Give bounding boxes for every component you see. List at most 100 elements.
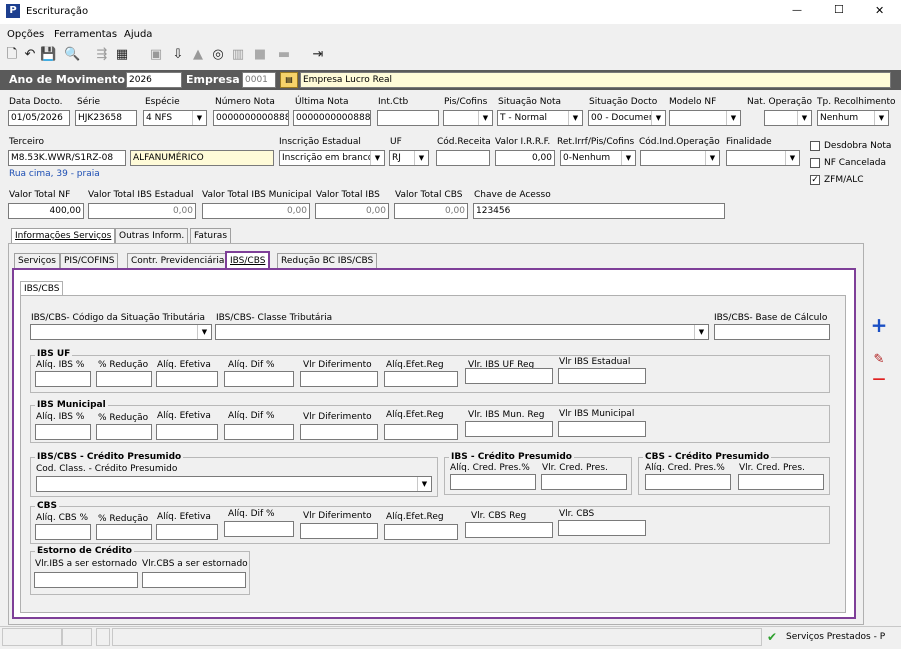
ibs-mun-aliq-field[interactable] (35, 424, 91, 440)
situacao-docto-select[interactable]: 00 - Documer ▼ (588, 110, 666, 126)
ibs-uf-reg-field[interactable] (465, 368, 553, 384)
nat-operacao-select[interactable]: ▼ (764, 110, 812, 126)
cbs-dif-field[interactable] (224, 521, 294, 537)
menu-opcoes[interactable]: Opções (7, 29, 44, 40)
tab-reducao-bc[interactable]: Redução BC IBS/CBS (277, 253, 378, 268)
box-icon[interactable]: ▣ (148, 47, 164, 63)
tp-recolhimento-select[interactable]: Nenhum ▼ (817, 110, 889, 126)
ibs-credito-aliq-field[interactable] (450, 474, 536, 490)
cod-ind-select[interactable]: ▼ (640, 150, 720, 166)
ibs-uf-efet-reg-field[interactable] (384, 371, 458, 387)
cbs-aliq-field[interactable] (35, 524, 91, 540)
valor-total-nf-field[interactable]: 400,00 (8, 203, 84, 219)
tab-contr-previdenciaria[interactable]: Contr. Previdenciária (127, 253, 229, 268)
ibs-credito-vlr-field[interactable] (541, 474, 627, 490)
ibs-uf-reducao-field[interactable] (96, 371, 152, 387)
modelo-nf-select[interactable]: ▼ (669, 110, 741, 126)
cod-receita-field[interactable] (436, 150, 490, 166)
minimize-button[interactable]: — (792, 5, 802, 16)
grid-icon[interactable]: ▦ (114, 47, 130, 63)
menu-ajuda[interactable]: Ajuda (124, 29, 152, 40)
bar-icon[interactable]: ▬ (276, 47, 292, 63)
cbs-reg-field[interactable] (465, 522, 553, 538)
data-docto-field[interactable]: 01/05/2026 (8, 110, 70, 126)
ibs-uf-efetiva-field[interactable] (156, 371, 218, 387)
cbs-efet-reg-field[interactable] (384, 524, 458, 540)
pis-cofins-select[interactable]: ▼ (443, 110, 493, 126)
estorno-cbs-field[interactable] (142, 572, 246, 588)
save-icon[interactable]: 💾 (40, 47, 56, 63)
ret-irrf-select[interactable]: 0-Nenhum ▼ (560, 150, 636, 166)
inner-tab-ibs-cbs[interactable]: IBS/CBS (20, 281, 64, 296)
cbs-diferimento-field[interactable] (300, 523, 378, 539)
cbs-credito-aliq-field[interactable] (645, 474, 731, 490)
estorno-ibs-field[interactable] (34, 572, 138, 588)
cst-select[interactable]: ▼ (30, 324, 212, 340)
undo-icon[interactable]: ↶ (22, 47, 38, 63)
cbs-vlr-field[interactable] (558, 520, 646, 536)
block-icon[interactable]: ■ (252, 47, 268, 63)
exit-icon[interactable]: ⇥ (310, 47, 326, 63)
empresa-code-field[interactable]: 0001 (242, 72, 276, 88)
ibs-mun-dif-field[interactable] (224, 424, 294, 440)
new-icon[interactable]: 🗋 (4, 47, 20, 63)
int-ctb-field[interactable] (377, 110, 439, 126)
ibs-mun-title: IBS Municipal (35, 400, 108, 411)
credito-cod-select[interactable]: ▼ (36, 476, 432, 492)
ibs-uf-aliq-field[interactable] (35, 371, 91, 387)
numero-nota-field[interactable]: 0000000000888 (213, 110, 289, 126)
ibs-uf-diferimento-field[interactable] (300, 371, 378, 387)
tab-informacoes-servicos[interactable]: Informações Serviços (11, 228, 116, 243)
chave-field[interactable]: 123456 (473, 203, 725, 219)
base-field[interactable] (714, 324, 830, 340)
menu-ferramentas[interactable]: Ferramentas (54, 29, 117, 40)
add-icon[interactable]: + (868, 314, 890, 336)
columns-icon[interactable]: ▥ (230, 47, 246, 63)
ibs-mun-efet-reg-label: Alíq.Efet.Reg (386, 410, 444, 420)
classe-select[interactable]: ▼ (215, 324, 709, 340)
remove-icon[interactable]: — (868, 372, 890, 388)
zfm-checkbox[interactable]: ✓ (810, 175, 820, 185)
cbs-efetiva-label: Alíq. Efetiva (157, 512, 211, 522)
finalidade-select[interactable]: ▼ (726, 150, 800, 166)
target-icon[interactable]: ◎ (210, 47, 226, 63)
terceiro-field[interactable]: M8.53K.WWR/S1RZ-08 (8, 150, 126, 166)
inscricao-select[interactable]: Inscrição em branco ▼ (279, 150, 385, 166)
cbs-efetiva-field[interactable] (156, 524, 218, 540)
tab-faturas[interactable]: Faturas (190, 228, 232, 243)
nf-cancelada-label: NF Cancelada (824, 158, 887, 168)
ibs-mun-reg-field[interactable] (465, 421, 553, 437)
tab-pis-cofins[interactable]: PIS/COFINS (60, 253, 119, 268)
tab-servicos[interactable]: Serviços (14, 253, 60, 268)
triangle-icon[interactable]: ▲ (190, 47, 206, 63)
preview-icon[interactable]: 🔍 (64, 47, 80, 63)
ibs-mun-efet-reg-field[interactable] (384, 424, 458, 440)
ano-field[interactable]: 2026 (126, 72, 182, 88)
maximize-button[interactable]: ☐ (834, 4, 844, 15)
tree-icon[interactable]: ⇶ (94, 47, 110, 63)
ibs-mun-diferimento-field[interactable] (300, 424, 378, 440)
folder-icon[interactable]: ▤ (280, 72, 298, 88)
uf-select[interactable]: RJ ▼ (389, 150, 429, 166)
ibs-uf-aliq-label: Alíq. IBS % (36, 360, 85, 370)
ibs-mun-efetiva-field[interactable] (156, 424, 218, 440)
chevron-down-icon: ▼ (370, 151, 384, 165)
cbs-credito-vlr-field[interactable] (738, 474, 824, 490)
ibs-credito-title: IBS - Crédito Presumido (449, 452, 574, 463)
irrf-field[interactable]: 0,00 (495, 150, 555, 166)
ibs-uf-dif-field[interactable] (224, 371, 294, 387)
situacao-docto-label: Situação Docto (589, 97, 658, 107)
serie-field[interactable]: HJK23658 (75, 110, 137, 126)
tab-outras-inform[interactable]: Outras Inform. (115, 228, 189, 243)
ibs-mun-municipal-field[interactable] (558, 421, 646, 437)
nf-cancelada-checkbox[interactable] (810, 158, 820, 168)
download-icon[interactable]: ⇩ (170, 47, 186, 63)
especie-select[interactable]: 4 NFS ▼ (143, 110, 207, 126)
situacao-nota-select[interactable]: T - Normal ▼ (497, 110, 583, 126)
ibs-uf-estadual-field[interactable] (558, 368, 646, 384)
cbs-reducao-field[interactable] (96, 524, 152, 540)
ibs-mun-reducao-field[interactable] (96, 424, 152, 440)
edit-icon[interactable]: ✎ (868, 352, 890, 368)
close-button[interactable]: ✕ (875, 5, 884, 16)
desdobra-checkbox[interactable] (810, 141, 820, 151)
